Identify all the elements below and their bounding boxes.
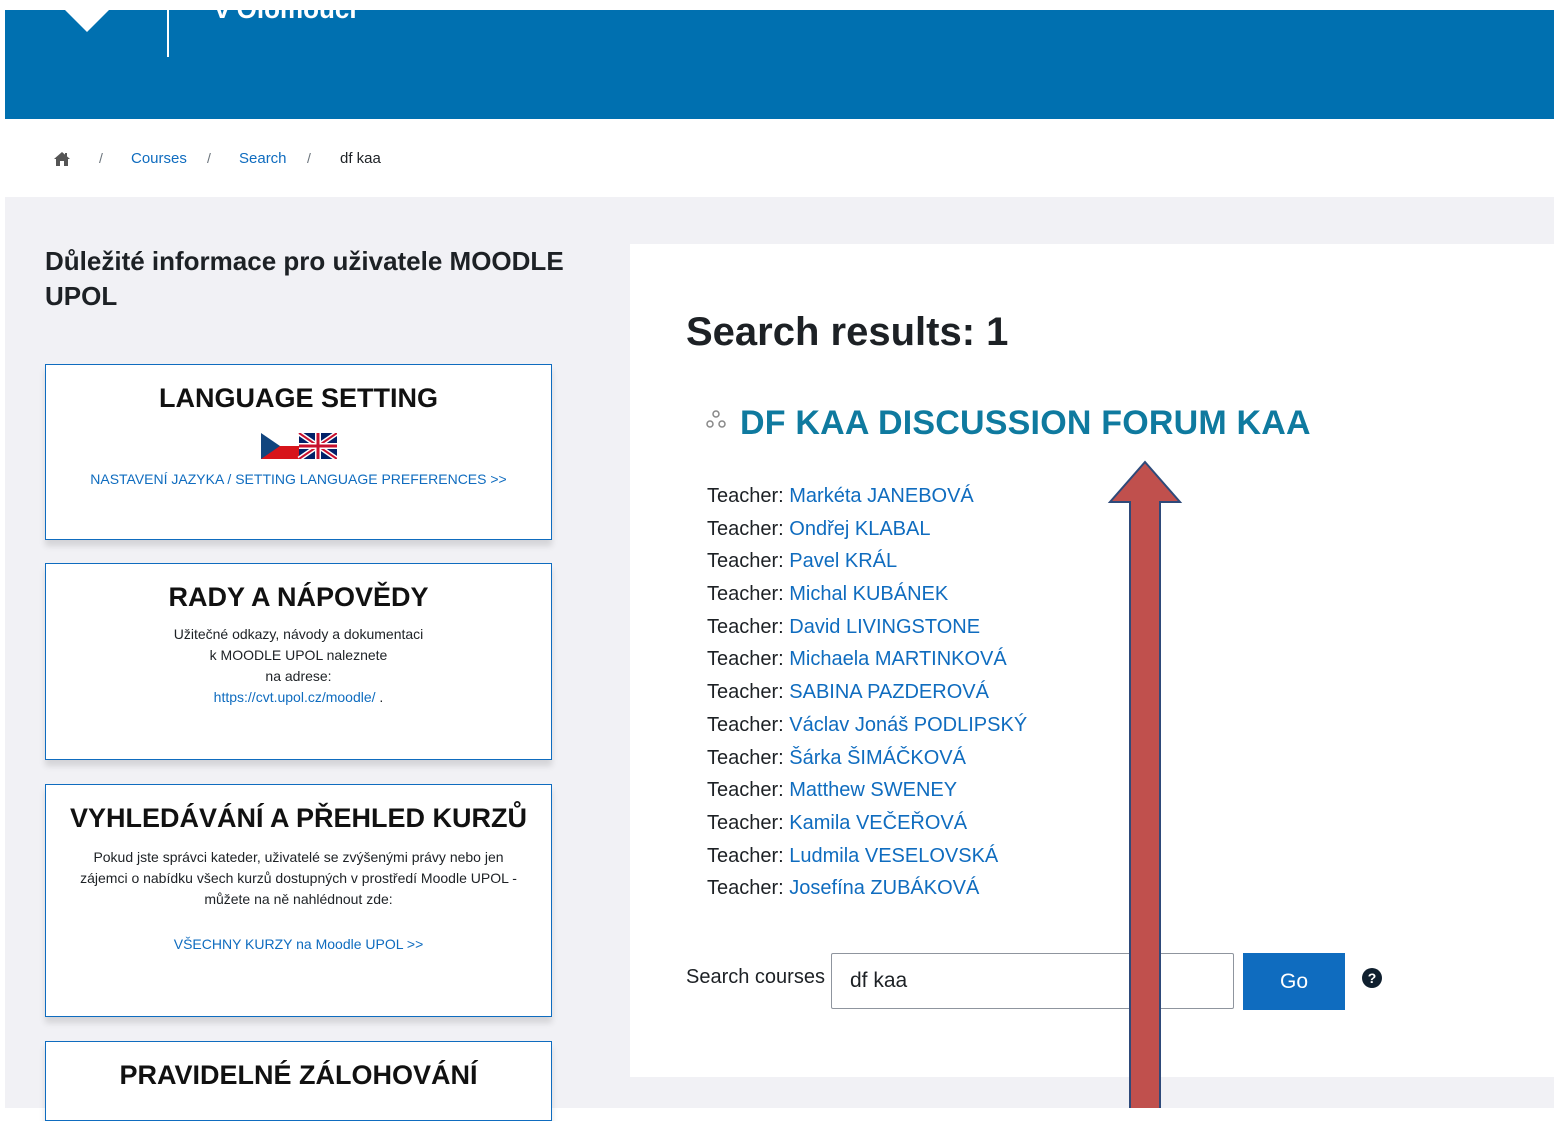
teacher-role-label: Teacher: <box>707 877 790 900</box>
teacher-name-link[interactable]: SABINA PAZDEROVÁ <box>789 681 989 703</box>
teacher-name-link[interactable]: Matthew SWENEY <box>789 779 957 801</box>
help-box: RADY A NÁPOVĚDY Užitečné odkazy, návody … <box>45 563 552 760</box>
teacher-name-link[interactable]: Michal KUBÁNEK <box>789 583 948 605</box>
university-logo-icon[interactable] <box>65 10 109 32</box>
box-text-line: Užitečné odkazy, návody a dokumentaci <box>173 626 424 642</box>
breadcrumb-separator: / <box>99 150 103 166</box>
language-preferences-link[interactable]: NASTAVENÍ JAZYKA / SETTING LANGUAGE PREF… <box>46 469 551 490</box>
teacher-role-label: Teacher: <box>707 681 790 704</box>
teacher-name-link[interactable]: Václav Jonáš PODLIPSKÝ <box>789 714 1027 736</box>
backup-box: PRAVIDELNÉ ZÁLOHOVÁNÍ <box>45 1041 552 1121</box>
go-button[interactable]: Go <box>1243 953 1345 1010</box>
teacher-row: Teacher: Josefína ZUBÁKOVÁ <box>707 874 1027 907</box>
teacher-role-label: Teacher: <box>707 485 790 507</box>
box-title: VYHLEDÁVÁNÍ A PŘEHLED KURZŮ <box>69 803 528 833</box>
teacher-row: Teacher: Markéta JANEBOVÁ <box>707 482 1027 515</box>
teacher-name-link[interactable]: Ludmila VESELOVSKÁ <box>789 845 998 867</box>
teacher-row: Teacher: David LIVINGSTONE <box>707 613 1027 646</box>
teacher-name-link[interactable]: Pavel KRÁL <box>789 550 897 572</box>
breadcrumb-current: df kaa <box>340 150 381 167</box>
breadcrumb-separator: / <box>207 150 211 166</box>
teacher-role-label: Teacher: <box>707 811 790 834</box>
link-suffix: . <box>375 689 384 705</box>
teacher-list: Teacher: Markéta JANEBOVÁ Teacher: Ondřej… <box>707 482 1027 907</box>
box-title: LANGUAGE SETTING <box>158 383 438 413</box>
box-text-line: můžete na ně nahlédnout zde: <box>204 891 393 907</box>
page-title: Search results: 1 <box>686 310 1009 354</box>
course-icon <box>706 410 726 428</box>
breadcrumb-search[interactable]: Search <box>239 150 287 167</box>
teacher-name-link[interactable]: Šárka ŠIMÁČKOVÁ <box>789 747 966 769</box>
box-text-line: Pokud jste správci kateder, uživatelé se… <box>93 849 504 865</box>
teacher-row: Teacher: Ondřej KLABAL <box>707 515 1027 548</box>
teacher-name-link[interactable]: Markéta JANEBOVÁ <box>789 485 974 507</box>
teacher-role-label: Teacher: <box>707 648 790 671</box>
logo-divider <box>167 10 169 57</box>
annotation-arrow-icon <box>1107 460 1183 1108</box>
home-icon[interactable] <box>53 151 71 167</box>
teacher-row: Teacher: Matthew SWENEY <box>707 776 1027 809</box>
teacher-name-link[interactable]: Michaela MARTINKOVÁ <box>789 648 1006 670</box>
teacher-row: Teacher: SABINA PAZDEROVÁ <box>707 678 1027 711</box>
logo-text[interactable]: v Olomouci <box>215 0 357 25</box>
teacher-row: Teacher: Šárka ŠIMÁČKOVÁ <box>707 744 1027 777</box>
teacher-name-link[interactable]: David LIVINGSTONE <box>789 616 980 638</box>
teacher-role-label: Teacher: <box>707 779 790 802</box>
teacher-row: Teacher: Michal KUBÁNEK <box>707 580 1027 613</box>
teacher-role-label: Teacher: <box>707 844 790 867</box>
sidebar-title: Důležité informace pro uživatele MOODLE … <box>45 246 564 311</box>
box-text-line: zájemci o nabídku všech kurzů dostupných… <box>80 870 517 886</box>
box-title: PRAVIDELNÉ ZÁLOHOVÁNÍ <box>119 1060 478 1090</box>
breadcrumb: / Courses / Search / df kaa <box>5 119 1554 198</box>
teacher-name-link[interactable]: Kamila VEČEŘOVÁ <box>789 812 967 834</box>
search-courses-label: Search courses <box>686 966 825 988</box>
box-text-line: k MOODLE UPOL naleznete <box>209 647 388 663</box>
teacher-role-label: Teacher: <box>707 615 790 638</box>
breadcrumb-separator: / <box>307 150 311 166</box>
teacher-row: Teacher: Ludmila VESELOVSKÁ <box>707 842 1027 875</box>
box-text-line: na adrese: <box>265 668 332 684</box>
help-icon[interactable]: ? <box>1362 968 1382 988</box>
box-title: RADY A NÁPOVĚDY <box>168 582 429 612</box>
course-title-link[interactable]: DF KAA DISCUSSION FORUM KAA <box>740 404 1311 443</box>
teacher-row: Teacher: Michaela MARTINKOVÁ <box>707 645 1027 678</box>
teacher-role-label: Teacher: <box>707 713 790 736</box>
teacher-role-label: Teacher: <box>707 746 790 769</box>
cvt-moodle-link[interactable]: https://cvt.upol.cz/moodle/ <box>214 689 376 705</box>
teacher-row: Teacher: Václav Jonáš PODLIPSKÝ <box>707 711 1027 744</box>
teacher-name-link[interactable]: Josefína ZUBÁKOVÁ <box>789 877 979 899</box>
site-header: v Olomouci <box>5 0 1554 119</box>
all-courses-link[interactable]: VŠECHNY KURZY na Moodle UPOL >> <box>46 934 551 955</box>
breadcrumb-courses[interactable]: Courses <box>131 150 187 167</box>
teacher-row: Teacher: Kamila VEČEŘOVÁ <box>707 809 1027 842</box>
course-overview-box: VYHLEDÁVÁNÍ A PŘEHLED KURZŮ Pokud jste s… <box>45 784 552 1017</box>
teacher-role-label: Teacher: <box>707 550 790 573</box>
language-setting-box: LANGUAGE SETTING NASTAVENÍ JAZYKA / SETT… <box>45 364 552 540</box>
teacher-role-label: Teacher: <box>707 583 790 606</box>
language-flags-icon[interactable] <box>260 430 338 462</box>
teacher-row: Teacher: Pavel KRÁL <box>707 547 1027 580</box>
teacher-role-label: Teacher: <box>707 517 790 540</box>
teacher-name-link[interactable]: Ondřej KLABAL <box>789 518 930 540</box>
